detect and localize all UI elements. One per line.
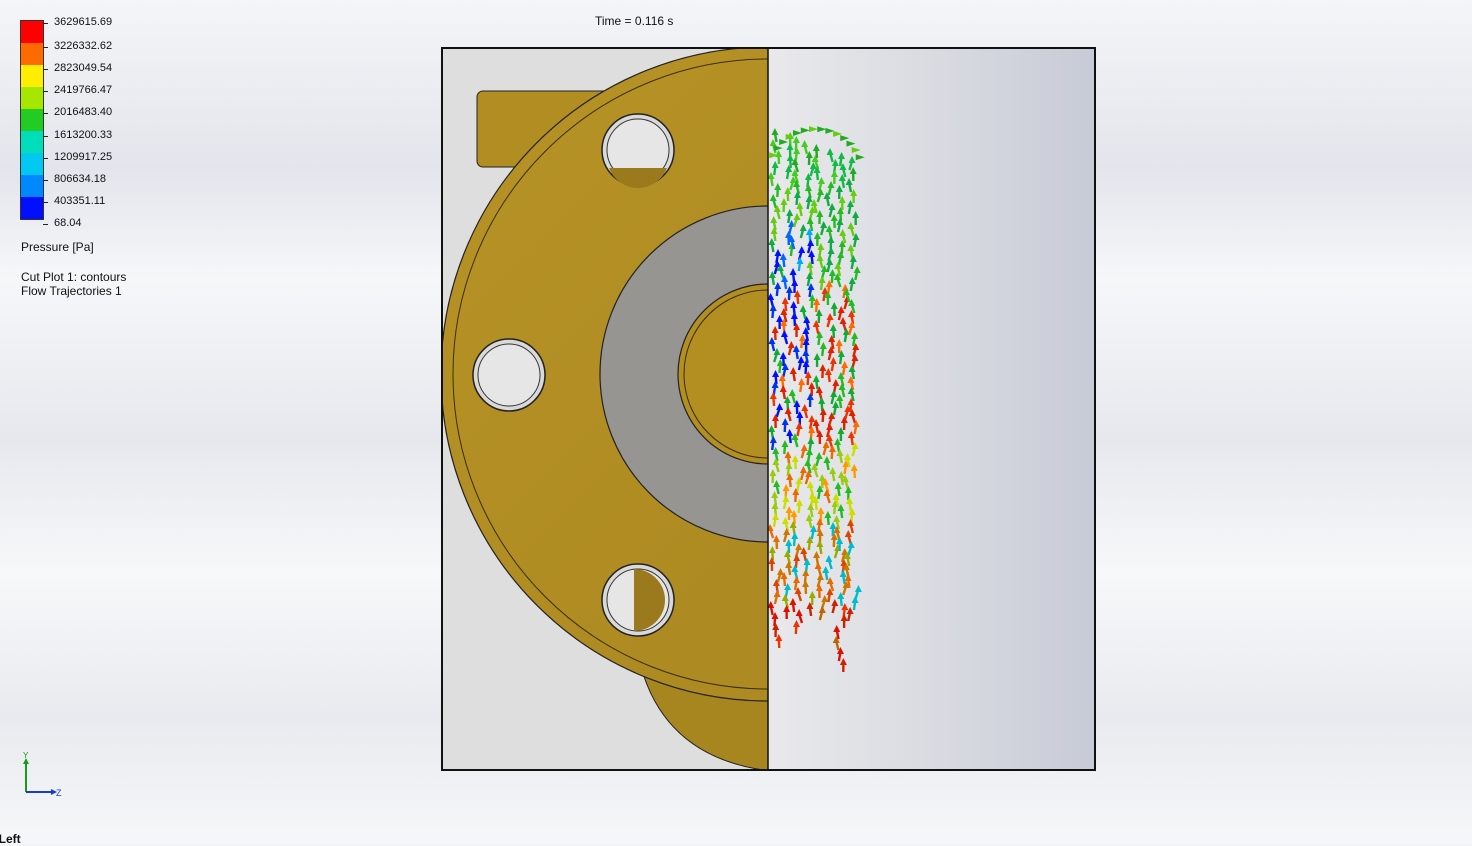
legend-tick: [43, 69, 48, 70]
legend-tick: [43, 136, 48, 137]
legend-value-min: 68.04: [54, 217, 82, 229]
flow-trajectories-label: Flow Trajectories 1: [21, 284, 126, 298]
legend-value: 806634.18: [54, 173, 106, 185]
legend-swatch: [21, 131, 43, 153]
coordinate-triad: Y Z: [18, 752, 68, 802]
legend-tick: [43, 23, 48, 24]
plot-list: Cut Plot 1: contours Flow Trajectories 1: [21, 270, 126, 298]
triad-y-label: Y: [23, 752, 29, 760]
legend-value: 2823049.54: [54, 62, 112, 74]
legend-ticks: [43, 20, 47, 222]
triad-z-label: Z: [56, 788, 62, 798]
cut-plot-label: Cut Plot 1: contours: [21, 270, 126, 284]
legend-tick: [43, 91, 48, 92]
legend-tick: [43, 202, 48, 203]
legend-swatch: [21, 109, 43, 131]
bolt-hole-left-inner: [478, 344, 540, 406]
legend-value: 3226332.62: [54, 40, 112, 52]
legend-tick: [43, 224, 48, 225]
legend-value: 2016483.40: [54, 106, 112, 118]
legend-color-bar: [20, 20, 44, 220]
legend-value: 403351.11: [54, 195, 105, 207]
legend-tick: [43, 113, 48, 114]
legend-tick: [43, 180, 48, 181]
legend-tick: [43, 47, 48, 48]
legend-swatch: [21, 43, 43, 65]
legend-swatch: [21, 21, 43, 43]
graphics-viewport[interactable]: [441, 47, 1096, 771]
legend-value-max: 3629615.69: [54, 16, 112, 28]
legend-value: 1613200.33: [54, 129, 112, 141]
time-label: Time = 0.116 s: [595, 14, 673, 28]
legend-swatch: [21, 197, 43, 219]
legend-value: 1209917.25: [54, 151, 112, 163]
legend-value: 2419766.47: [54, 84, 112, 96]
legend-swatch: [21, 153, 43, 175]
legend-quantity-label: Pressure [Pa]: [21, 240, 94, 254]
legend-swatch: [21, 175, 43, 197]
legend-swatch: [21, 65, 43, 87]
legend-swatch: [21, 87, 43, 109]
legend-tick: [43, 158, 48, 159]
